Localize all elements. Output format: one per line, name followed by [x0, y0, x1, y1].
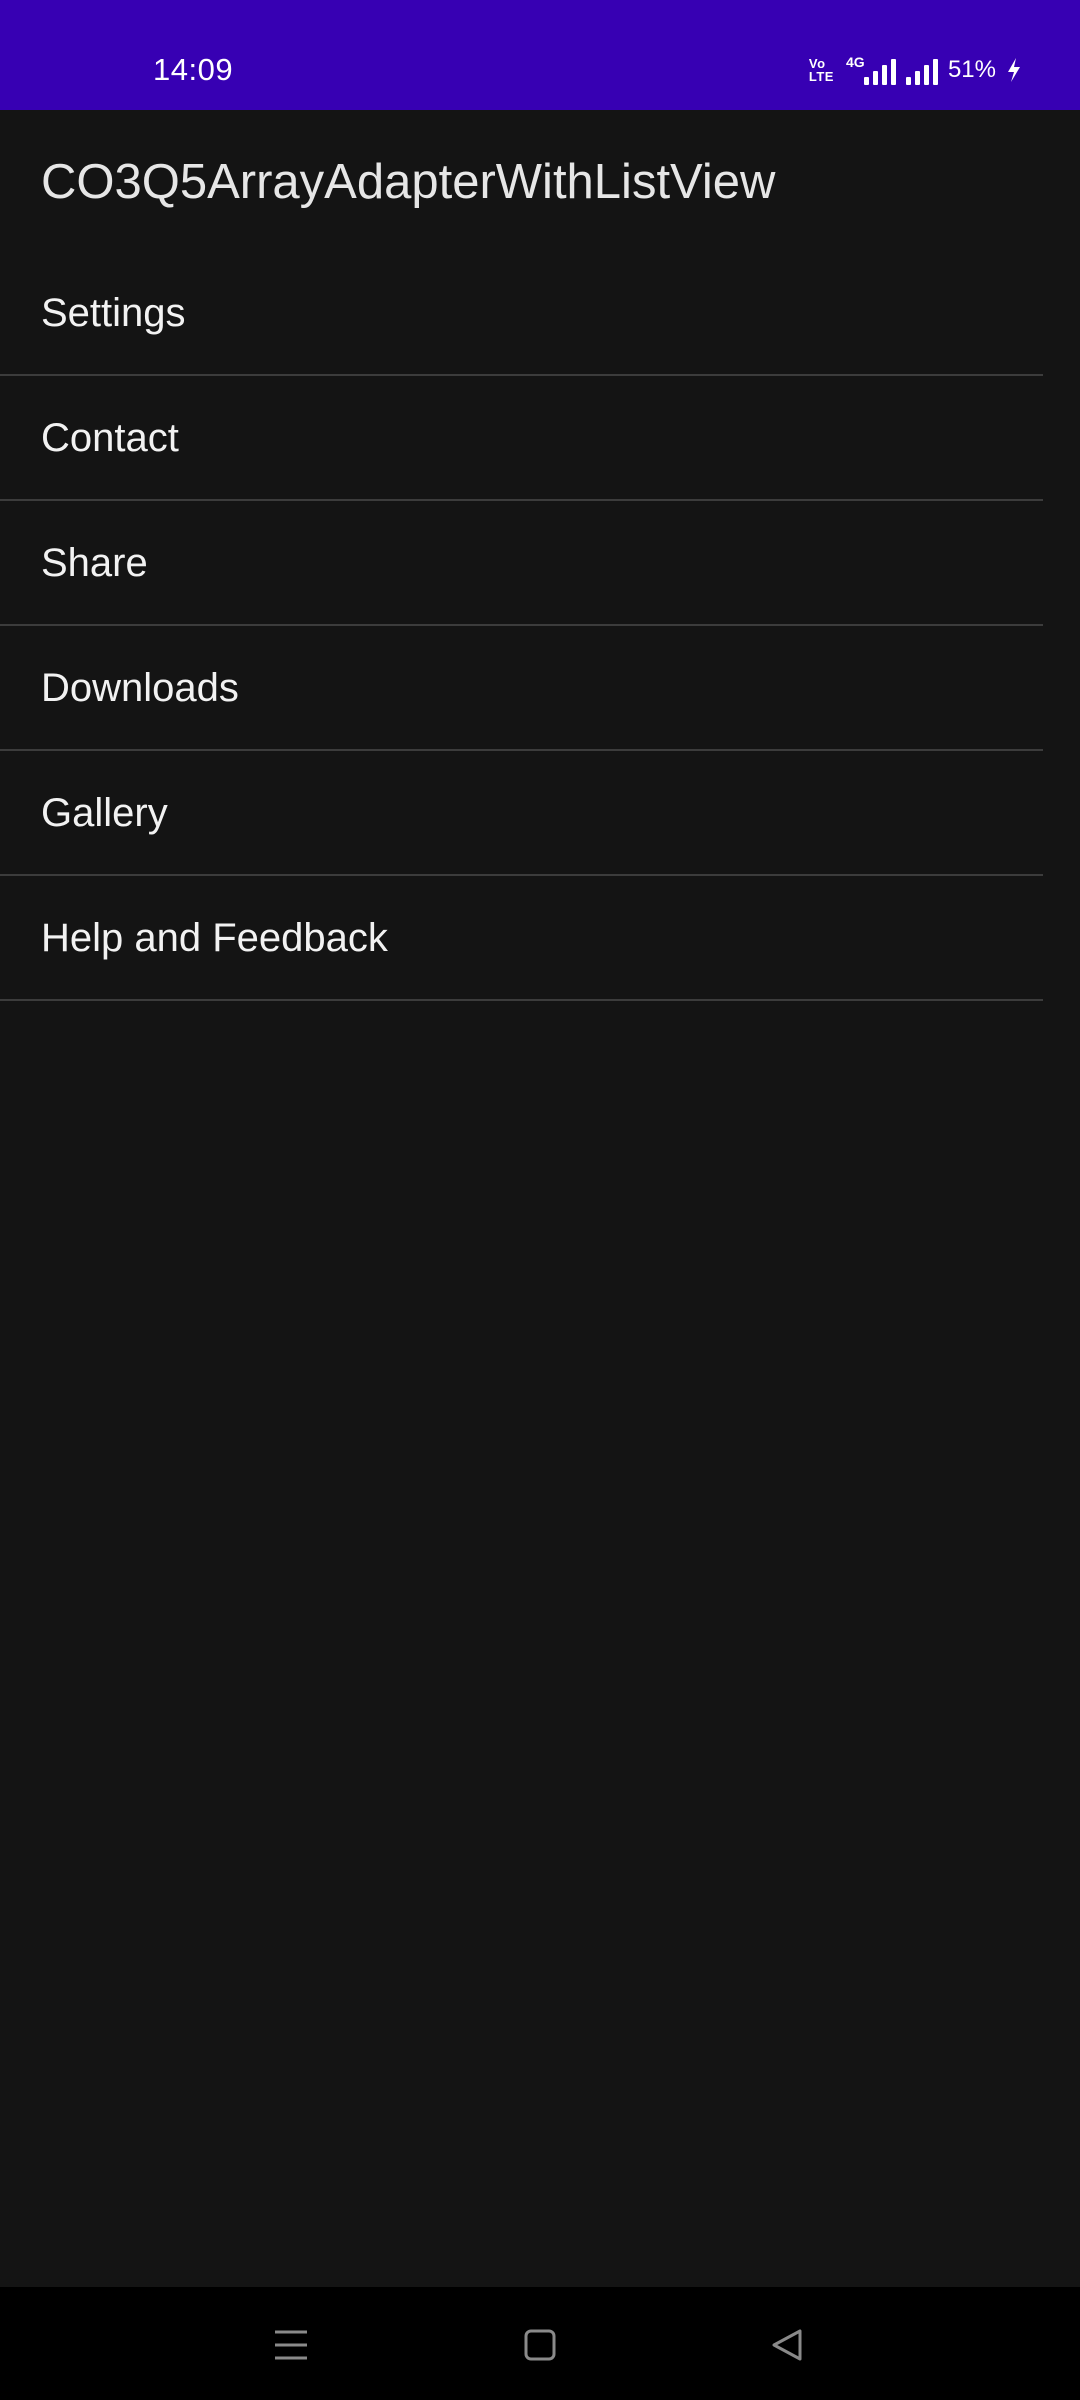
menu-icon [275, 2330, 307, 2360]
recent-apps-button[interactable] [261, 2315, 321, 2375]
network-type-label: 4G [845, 54, 865, 70]
battery-charging-icon [1008, 58, 1020, 82]
list-item-label: Settings [41, 291, 186, 335]
list-view[interactable]: Settings Contact Share Downloads Gallery… [0, 251, 1043, 1001]
back-icon [772, 2329, 802, 2361]
screen: 14:09 Vo LTE 4G 51% CO3Q5ArrayAdapterWit… [0, 0, 1080, 2400]
list-item-label: Help and Feedback [41, 916, 388, 960]
app-bar: CO3Q5ArrayAdapterWithListView [0, 110, 1080, 255]
list-item[interactable]: Gallery [0, 751, 1043, 876]
signal-icon [905, 55, 938, 85]
home-icon [524, 2329, 556, 2361]
app-title: CO3Q5ArrayAdapterWithListView [41, 155, 776, 209]
list-item[interactable]: Settings [0, 251, 1043, 376]
status-time: 14:09 [153, 52, 234, 87]
navigation-bar [0, 2287, 1080, 2400]
status-bar: 14:09 Vo LTE 4G 51% [0, 0, 1080, 110]
battery-percent: 51% [947, 56, 996, 83]
list-item-label: Gallery [41, 791, 168, 835]
list-item-label: Downloads [41, 666, 239, 710]
back-button[interactable] [757, 2315, 817, 2375]
list-item[interactable]: Downloads [0, 626, 1043, 751]
list-item[interactable]: Share [0, 501, 1043, 626]
volte-bottom-label: LTE [808, 69, 834, 84]
list-item[interactable]: Contact [0, 376, 1043, 501]
home-button[interactable] [510, 2315, 570, 2375]
list-item[interactable]: Help and Feedback [0, 876, 1043, 1001]
list-item-label: Share [41, 541, 148, 585]
signal-icon-sim1 [863, 59, 896, 85]
mobile-data-4g-icon: 4G [844, 55, 896, 85]
list-item-label: Contact [41, 416, 179, 460]
volte-icon: Vo LTE [809, 57, 834, 83]
status-icons: Vo LTE 4G 51% [809, 52, 1022, 88]
